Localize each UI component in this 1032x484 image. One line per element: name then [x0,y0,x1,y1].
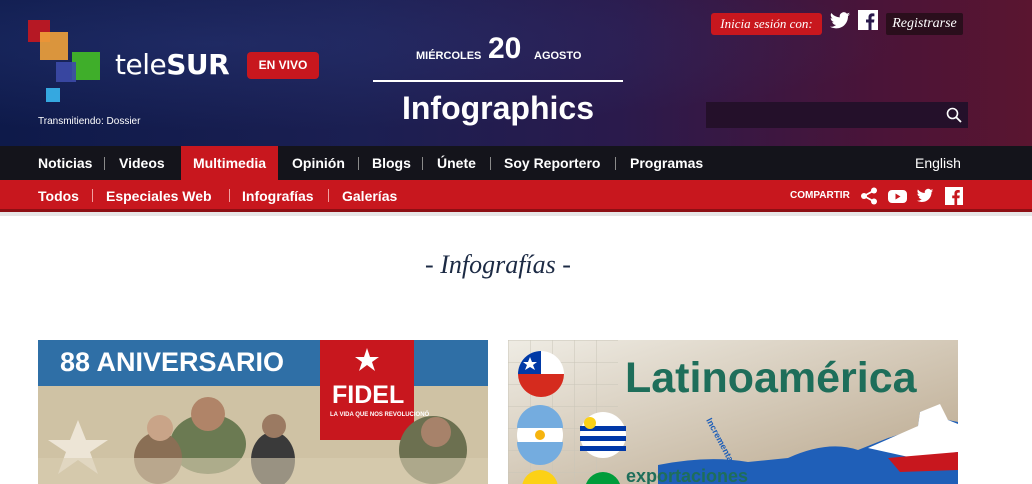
fidel-card-banner: 88 ANIVERSARIO [60,347,284,377]
chile-flag-icon [518,351,564,397]
date-weekday: MIÉRCOLES [416,50,482,62]
subnav-item-infografias[interactable]: Infografías [242,180,314,212]
login-with-label[interactable]: Inicia sesión con: [711,13,822,35]
main-nav: Noticias Videos Multimedia Opinión Blogs… [0,146,1032,180]
twitter-icon[interactable] [916,187,934,205]
fidel-card-title: FIDEL [332,381,404,409]
site-header: teleSUR EN VIVO Transmitiendo: Dossier M… [0,0,1032,146]
facebook-icon[interactable] [945,187,963,205]
search-icon[interactable] [946,107,962,123]
date-display: MIÉRCOLES 20 AGOSTO [373,32,623,82]
now-streaming-label: Transmitiendo: Dossier [38,116,141,127]
subnav-item-galerias[interactable]: Galerías [342,180,397,212]
nav-item-opinion[interactable]: Opinión [292,146,345,180]
youtube-icon[interactable] [888,187,907,205]
search-box [706,102,968,128]
nav-item-unete[interactable]: Únete [437,146,476,180]
latinoamerica-card-subtitle: exportaciones [626,466,748,484]
uruguay-flag-icon [580,412,626,458]
infographic-card-latinoamerica[interactable]: Latinoamérica Incrementa exportaciones [508,340,958,484]
nav-separator [490,157,491,170]
nav-separator [104,157,105,170]
live-button[interactable]: EN VIVO [247,52,319,79]
infographic-card-fidel[interactable]: 88 ANIVERSARIO FIDEL LA VIDA QUE NOS REV… [38,340,488,484]
subnav-separator [328,189,329,202]
latinoamerica-infographic-image: Latinoamérica Incrementa exportaciones [508,340,958,484]
search-input[interactable] [706,102,936,128]
telesur-logo-text[interactable]: teleSUR [115,48,230,81]
section-title: Infographics [401,90,594,126]
subnav-item-especiales-web[interactable]: Especiales Web [106,180,212,212]
nav-separator [358,157,359,170]
subnav-item-todos[interactable]: Todos [38,180,79,212]
language-switch-english[interactable]: English [915,146,961,180]
share-icon[interactable] [860,187,878,205]
nav-divider [0,212,1032,216]
date-month: AGOSTO [534,50,582,62]
subnav-separator [229,189,230,202]
register-button[interactable]: Registrarse [886,13,963,35]
fidel-infographic-image: 88 ANIVERSARIO FIDEL LA VIDA QUE NOS REV… [38,340,488,484]
telesur-logo-icon[interactable] [26,20,104,104]
nav-item-videos[interactable]: Videos [119,146,165,180]
nav-item-noticias[interactable]: Noticias [38,146,92,180]
facebook-login-icon[interactable] [858,10,878,30]
date-day: 20 [488,32,522,65]
sub-nav: Todos Especiales Web Infografías Galería… [0,180,1032,212]
share-label: COMPARTIR [790,190,850,201]
fidel-card-subtitle: LA VIDA QUE NOS REVOLUCIONÓ [330,410,430,418]
nav-item-blogs[interactable]: Blogs [372,146,411,180]
nav-item-soy-reportero[interactable]: Soy Reportero [504,146,600,180]
latinoamerica-card-title: Latinoamérica [625,354,918,402]
subnav-separator [92,189,93,202]
argentina-flag-icon [517,405,563,465]
page-heading: - Infografías - [425,250,571,279]
nav-separator [422,157,423,170]
twitter-login-icon[interactable] [829,10,851,32]
nav-item-multimedia[interactable]: Multimedia [181,146,278,180]
nav-separator [615,157,616,170]
nav-item-programas[interactable]: Programas [630,146,703,180]
